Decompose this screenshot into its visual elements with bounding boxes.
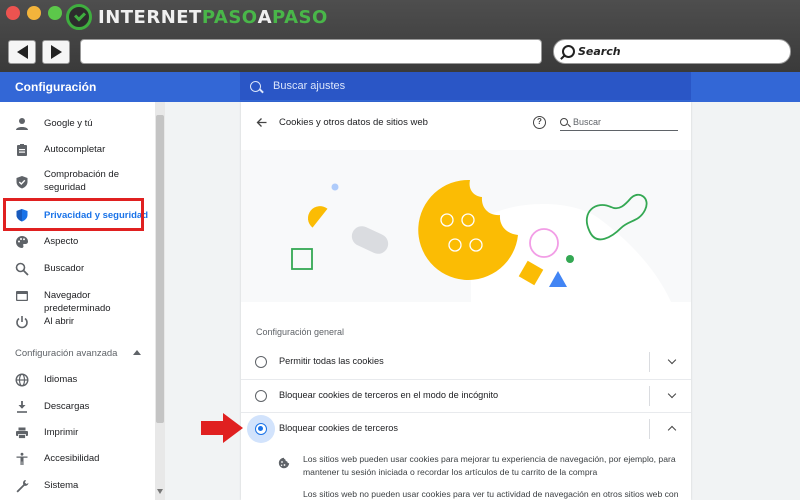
chevron-down-icon[interactable] <box>667 355 677 365</box>
search-icon <box>15 262 29 276</box>
sidebar-item-downloads[interactable]: Descargas <box>0 398 155 414</box>
radio-button-selected[interactable] <box>255 423 267 435</box>
sidebar-item-label: Navegador predeterminado <box>44 290 111 314</box>
close-window-button[interactable] <box>6 6 20 20</box>
row-divider <box>649 352 650 372</box>
decor-dot <box>331 183 339 191</box>
chevron-down-icon[interactable] <box>667 389 677 399</box>
sidebar-item-google[interactable]: Google y tú <box>0 115 155 131</box>
cookie-option-block-incognito[interactable]: Bloquear cookies de terceros en el modo … <box>241 379 691 411</box>
watermark-logo: INTERNET PASO A PASO <box>66 3 328 31</box>
checkmark-logo-icon <box>66 4 92 30</box>
sidebar-item-accessibility[interactable]: Accesibilidad <box>0 450 155 466</box>
decor-half-circle <box>307 206 328 228</box>
browser-search-field[interactable]: Search <box>553 39 791 64</box>
sidebar-item-label: Sistema <box>44 480 79 491</box>
page-title: Cookies y otros datos de sitios web <box>279 117 428 128</box>
download-icon <box>17 401 27 413</box>
search-icon <box>560 118 568 126</box>
sidebar-item-label: Google y tú <box>44 118 93 129</box>
logo-text-internet: INTERNET <box>98 6 202 28</box>
sidebar-item-safety-check[interactable]: Comprobación de seguridad <box>0 167 155 195</box>
search-icon <box>562 45 575 58</box>
accessibility-icon <box>16 452 28 465</box>
option-description: Los sitios web pueden usar cookies para … <box>303 454 676 477</box>
cookies-illustration <box>291 179 671 302</box>
settings-search-input[interactable]: Buscar ajustes <box>240 72 691 100</box>
option-label: Bloquear cookies de terceros <box>279 423 398 433</box>
scroll-down-arrow-icon[interactable] <box>157 489 163 494</box>
row-divider <box>649 419 650 439</box>
sidebar-item-system[interactable]: Sistema <box>0 477 155 493</box>
browser-forward-button[interactable] <box>42 40 70 64</box>
globe-icon <box>15 373 29 387</box>
sidebar-item-print[interactable]: Imprimir <box>0 424 155 440</box>
sidebar-item-languages[interactable]: Idiomas <box>0 371 155 387</box>
browser-search-placeholder: Search <box>578 45 621 58</box>
radio-button[interactable] <box>255 356 267 368</box>
option-label: Bloquear cookies de terceros en el modo … <box>279 390 499 400</box>
highlight-box <box>3 198 144 231</box>
cookie-icon <box>418 179 518 280</box>
cookie-option-block-third-party[interactable]: Bloquear cookies de terceros <box>241 412 691 444</box>
search-icon <box>250 80 261 92</box>
sidebar-item-label: Al abrir <box>44 316 75 327</box>
sidebar-item-label: Accesibilidad <box>44 453 100 464</box>
sidebar-item-appearance[interactable]: Aspecto <box>0 233 155 249</box>
logo-text-a: A <box>257 6 273 28</box>
address-bar[interactable] <box>80 39 542 64</box>
option-label: Permitir todas las cookies <box>279 356 384 366</box>
sidebar-item-search-engine[interactable]: Buscador <box>0 260 155 276</box>
row-divider <box>649 386 650 406</box>
printer-icon <box>16 427 28 439</box>
sidebar-item-on-startup[interactable]: Al abrir <box>0 313 155 329</box>
cookie-option-allow-all[interactable]: Permitir todas las cookies <box>241 346 691 378</box>
power-icon <box>16 316 28 329</box>
forward-triangle-icon <box>50 45 62 59</box>
browser-icon <box>16 291 28 301</box>
palette-icon <box>16 236 28 248</box>
page-search-placeholder: Buscar <box>573 117 602 127</box>
cookie-icon <box>278 457 290 469</box>
sidebar-item-label: Imprimir <box>44 427 79 438</box>
radio-button[interactable] <box>255 390 267 402</box>
logo-text-paso: PASO <box>201 6 258 28</box>
decor-square <box>291 248 313 270</box>
sidebar-item-label: Buscador <box>44 263 85 274</box>
sidebar-item-label: Autocompletar <box>44 144 106 155</box>
sidebar-item-label: Aspecto <box>44 236 79 247</box>
zoom-window-button[interactable] <box>48 6 62 20</box>
sidebar-item-label: Comprobación de seguridad <box>44 169 119 193</box>
wrench-icon <box>16 480 29 493</box>
option-description-2: Los sitios web no pueden usar cookies pa… <box>303 489 679 499</box>
settings-search-placeholder: Buscar ajustes <box>273 80 346 92</box>
back-arrow-icon[interactable] <box>256 117 267 128</box>
sidebar-item-autofill[interactable]: Autocompletar <box>0 141 155 157</box>
shield-check-icon <box>16 176 28 189</box>
sidebar-item-label: Descargas <box>44 401 90 412</box>
section-label: Configuración general <box>256 327 345 337</box>
page-search-input[interactable]: Buscar <box>560 115 678 131</box>
minimize-window-button[interactable] <box>27 6 41 20</box>
person-icon <box>16 118 28 130</box>
red-pointer-arrow-icon <box>201 413 243 443</box>
advanced-settings-header[interactable]: Configuración avanzada <box>15 348 117 359</box>
back-triangle-icon <box>16 45 28 59</box>
logo-text-paso-2: PASO <box>272 6 328 28</box>
chevron-up-icon <box>133 350 141 355</box>
sidebar-item-default-browser[interactable]: Navegador predeterminado <box>0 287 155 314</box>
sidebar-scrollbar-thumb[interactable] <box>156 115 164 423</box>
browser-back-button[interactable] <box>8 40 36 64</box>
help-icon[interactable]: ? <box>533 116 546 129</box>
decor-green-dot <box>566 255 574 263</box>
decor-pill <box>351 226 389 254</box>
settings-title: Configuración <box>15 80 97 94</box>
chevron-up-icon[interactable] <box>667 425 677 435</box>
sidebar-item-label: Idiomas <box>44 374 78 385</box>
clipboard-icon <box>17 144 27 156</box>
